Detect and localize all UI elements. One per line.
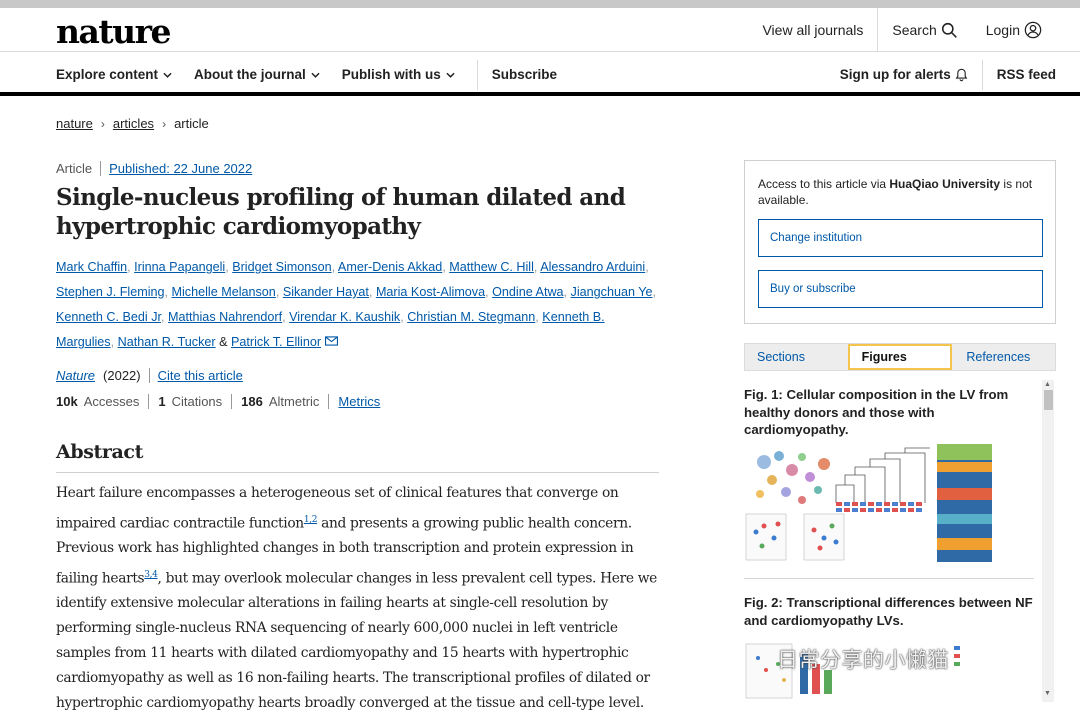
author-link[interactable]: Maria Kost-Alimova (376, 285, 485, 299)
nav-about-journal[interactable]: About the journal (194, 67, 320, 82)
divider (328, 394, 330, 409)
altmetric-count: 186 (241, 394, 263, 409)
access-message: Access to this article via HuaQiao Unive… (758, 177, 1033, 207)
change-institution-button[interactable]: Change institution (758, 219, 1043, 257)
scrollbar-track[interactable] (1042, 380, 1054, 702)
accesses-label: Accesses (83, 394, 140, 409)
author-link[interactable]: Christian M. Stegmann (407, 310, 535, 324)
scroll-up-arrow[interactable]: ▲ (1044, 381, 1051, 388)
bell-icon (955, 68, 968, 81)
author-link[interactable]: Nathan R. Tucker (118, 335, 216, 349)
tab-references[interactable]: References (954, 344, 1055, 370)
rss-feed-link[interactable]: RSS feed (981, 59, 1056, 90)
author-link[interactable]: Matthias Nahrendorf (168, 310, 282, 324)
author-link[interactable]: Kenneth C. Bedi Jr (56, 310, 161, 324)
figure-1-thumbnail[interactable] (744, 442, 994, 570)
search-icon (941, 22, 957, 38)
figure-title[interactable]: Fig. 1: Cellular composition in the LV f… (744, 386, 1034, 439)
author-link[interactable]: Matthew C. Hill (449, 260, 534, 274)
breadcrumb-nature[interactable]: nature (56, 116, 93, 131)
pca-scatter (745, 513, 845, 561)
sidebar-tabs: Sections Figures References (744, 343, 1056, 371)
nav-explore-content[interactable]: Explore content (56, 67, 172, 82)
watermark: 日常分享的小懒猫 (777, 648, 949, 672)
author-link[interactable]: Virendar K. Kaushik (289, 310, 400, 324)
user-icon (1024, 21, 1042, 39)
cite-this-article-link[interactable]: Cite this article (148, 368, 243, 383)
citations-label: Citations (171, 394, 223, 409)
citations-count: 1 (158, 394, 166, 409)
umap-cluster-plot (756, 451, 830, 504)
author-link[interactable]: Bridget Simonson (232, 260, 331, 274)
article-title: Single-nucleus profiling of human dilate… (56, 184, 626, 240)
reference-link[interactable]: 1,2 (304, 515, 318, 525)
tab-figures[interactable]: Figures (847, 344, 953, 370)
institution-access-box: Access to this article via HuaQiao Unive… (744, 160, 1056, 324)
breadcrumb-separator: › (162, 116, 167, 131)
view-all-journals-link[interactable]: View all journals (748, 8, 877, 52)
metrics-row: 10k Accesses 1 Citations 186 Altmetric M… (56, 394, 380, 409)
author-link[interactable]: Mark Chaffin (56, 260, 127, 274)
mail-icon[interactable] (324, 336, 338, 346)
tab-sections[interactable]: Sections (745, 344, 846, 370)
divider (148, 394, 150, 409)
journal-link[interactable]: Nature (56, 368, 95, 383)
chevron-down-icon (446, 72, 455, 78)
chevron-down-icon (163, 72, 172, 78)
citation-row: Nature (2022) Cite this article (56, 368, 243, 383)
heatmap-cells (836, 502, 922, 512)
article-year: (2022) (103, 368, 141, 383)
author-link[interactable]: Sikander Hayat (283, 285, 369, 299)
chevron-down-icon (311, 72, 320, 78)
metrics-link[interactable]: Metrics (338, 394, 380, 409)
sign-up-alerts-link[interactable]: Sign up for alerts (840, 67, 982, 82)
site-header: nature View all journals Search Login (0, 8, 1080, 52)
divider (744, 578, 1034, 579)
altmetric-label: Altmetric (268, 394, 320, 409)
reference-link[interactable]: 3,4 (144, 570, 158, 580)
top-links: View all journals Search Login (748, 8, 1056, 52)
figure-title[interactable]: Fig. 2: Transcriptional differences betw… (744, 594, 1034, 629)
login-link[interactable]: Login (972, 8, 1056, 52)
breadcrumb-articles[interactable]: articles (113, 116, 154, 131)
breadcrumb: nature › articles › article (56, 116, 209, 131)
article-meta: Article Published: 22 June 2022 (56, 161, 252, 176)
breadcrumb-current: article (174, 116, 209, 131)
search-link[interactable]: Search (877, 8, 971, 52)
author-link[interactable]: Stephen J. Fleming (56, 285, 165, 299)
accesses-count: 10k (56, 394, 78, 409)
author-list: Mark Chaffin, Irinna Papangeli, Bridget … (56, 260, 656, 349)
divider (231, 394, 233, 409)
scrollbar-thumb[interactable] (1044, 390, 1053, 410)
abstract-heading: Abstract (56, 441, 143, 463)
author-link[interactable]: Jiangchuan Ye (571, 285, 653, 299)
and-text: & (219, 335, 228, 349)
browser-top-strip (0, 0, 1080, 8)
nature-logo[interactable]: nature (56, 12, 172, 51)
divider (56, 472, 659, 473)
abstract-text: Heart failure encompasses a heterogeneou… (56, 485, 657, 710)
legend-swatches (954, 646, 960, 666)
dendrogram (835, 447, 930, 503)
author-link[interactable]: Amer-Denis Akkad (338, 260, 442, 274)
author-link[interactable]: Irinna Papangeli (134, 260, 225, 274)
author-link[interactable]: Alessandro Arduini (540, 260, 645, 274)
nav-publish-with-us[interactable]: Publish with us (342, 67, 455, 82)
author-link[interactable]: Patrick T. Ellinor (231, 335, 321, 349)
author-link[interactable]: Michelle Melanson (172, 285, 276, 299)
scroll-down-arrow[interactable]: ▼ (1044, 690, 1051, 697)
nav-subscribe[interactable]: Subscribe (476, 59, 557, 90)
stacked-bar-panel (937, 444, 992, 562)
article-type: Article (56, 161, 93, 176)
published-date-link[interactable]: Published: 22 June 2022 (100, 161, 252, 176)
main-nav: Explore content About the journal Publis… (0, 53, 1080, 96)
author-link[interactable]: Ondine Atwa (492, 285, 563, 299)
breadcrumb-separator: › (100, 116, 105, 131)
buy-or-subscribe-button[interactable]: Buy or subscribe (758, 270, 1043, 308)
